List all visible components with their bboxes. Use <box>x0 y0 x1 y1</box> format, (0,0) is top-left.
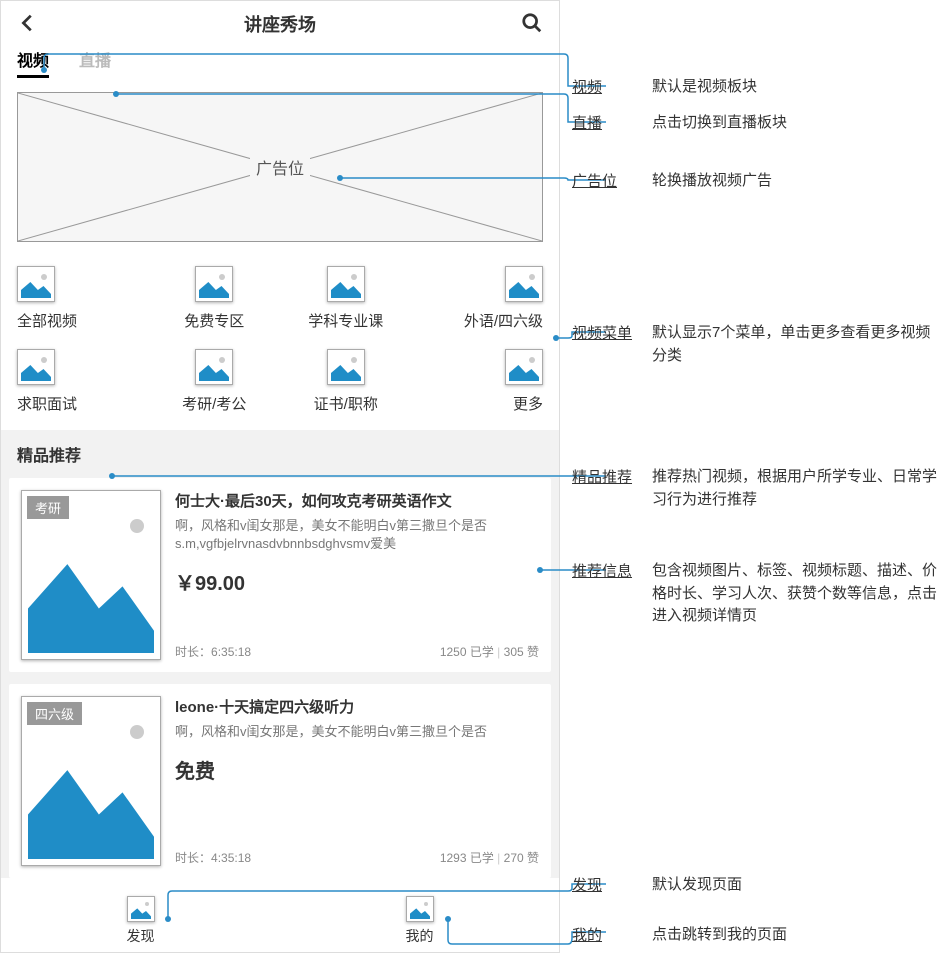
image-placeholder-icon <box>406 896 434 922</box>
category-grid: 全部视频 免费专区 学科专业课 外语/四六级 求职面试 考研/考公 证书/职称 … <box>1 250 559 430</box>
card-stats: 1293 已学270 赞 <box>440 849 539 866</box>
card-price: 免费 <box>175 755 539 784</box>
image-placeholder-icon <box>127 896 155 922</box>
cat-cert[interactable]: 证书/职称 <box>280 349 412 414</box>
annot-mine: 我的点击跳转到我的页面 <box>572 924 787 947</box>
card-price: ￥99.00 <box>175 567 539 596</box>
recommend-card[interactable]: 考研 何士大·最后30天，如何攻克考研英语作文 啊，风格和v闺女那是，美女不能明… <box>9 478 551 672</box>
page-title: 讲座秀场 <box>244 11 316 37</box>
card-title: 何士大·最后30天，如何攻克考研英语作文 <box>175 490 539 511</box>
cat-exam[interactable]: 考研/考公 <box>149 349 281 414</box>
tabs: 视频 直播 <box>1 47 559 84</box>
card-desc: 啊，风格和v闺女那是，美女不能明白v第三撒旦个是否s.m,vgfbjelrvna… <box>175 517 539 553</box>
search-icon[interactable] <box>521 12 543 37</box>
cat-more[interactable]: 更多 <box>412 349 544 414</box>
cat-all-videos[interactable]: 全部视频 <box>17 266 149 331</box>
section-title: 精品推荐 <box>1 430 559 478</box>
bottom-nav: 发现 我的 <box>1 890 559 952</box>
ad-banner[interactable]: 广告位 <box>17 92 543 242</box>
annot-banner: 广告位轮换播放视频广告 <box>572 170 772 193</box>
nav-discover[interactable]: 发现 <box>1 890 280 952</box>
image-placeholder-icon <box>327 349 365 385</box>
card-title: leone·十天搞定四六级听力 <box>175 696 539 717</box>
card-tag: 四六级 <box>27 702 82 725</box>
card-tag: 考研 <box>27 496 69 519</box>
card-thumb: 四六级 <box>21 696 161 866</box>
annot-recommend: 精品推荐推荐热门视频，根据用户所学专业、日常学习行为进行推荐 <box>572 466 940 511</box>
recommend-section: 精品推荐 考研 何士大·最后30天，如何攻克考研英语作文 啊，风格和v闺女那是，… <box>1 430 559 878</box>
app-screen: 讲座秀场 视频 直播 广告位 全部视频 免费专区 学科专业课 外语/四六级 求职… <box>0 0 560 953</box>
tab-video[interactable]: 视频 <box>17 47 49 78</box>
image-placeholder-icon <box>505 349 543 385</box>
tab-live[interactable]: 直播 <box>79 47 111 78</box>
annot-menu: 视频菜单默认显示7个菜单，单击更多查看更多视频分类 <box>572 322 940 367</box>
image-placeholder-icon <box>327 266 365 302</box>
back-icon[interactable] <box>17 12 39 37</box>
cat-job[interactable]: 求职面试 <box>17 349 149 414</box>
annot-video: 视频默认是视频板块 <box>572 76 757 99</box>
image-placeholder-icon <box>17 266 55 302</box>
image-placeholder-icon <box>195 349 233 385</box>
cat-free[interactable]: 免费专区 <box>149 266 281 331</box>
card-desc: 啊，风格和v闺女那是，美女不能明白v第三撒旦个是否 <box>175 723 539 741</box>
annot-live: 直播点击切换到直播板块 <box>572 112 787 135</box>
annot-discover: 发现默认发现页面 <box>572 874 742 897</box>
image-placeholder-icon <box>17 349 55 385</box>
card-duration: 时长：4:35:18 <box>175 849 251 866</box>
annot-info: 推荐信息包含视频图片、标签、视频标题、描述、价格时长、学习人次、获赞个数等信息，… <box>572 560 940 628</box>
image-placeholder-icon <box>195 266 233 302</box>
image-placeholder-icon <box>505 266 543 302</box>
cat-language[interactable]: 外语/四六级 <box>412 266 544 331</box>
recommend-card[interactable]: 四六级 leone·十天搞定四六级听力 啊，风格和v闺女那是，美女不能明白v第三… <box>9 684 551 878</box>
nav-mine[interactable]: 我的 <box>280 890 559 952</box>
card-stats: 1250 已学305 赞 <box>440 643 539 660</box>
banner-label: 广告位 <box>250 155 310 179</box>
cat-subject[interactable]: 学科专业课 <box>280 266 412 331</box>
header: 讲座秀场 <box>1 1 559 47</box>
card-thumb: 考研 <box>21 490 161 660</box>
card-duration: 时长：6:35:18 <box>175 643 251 660</box>
